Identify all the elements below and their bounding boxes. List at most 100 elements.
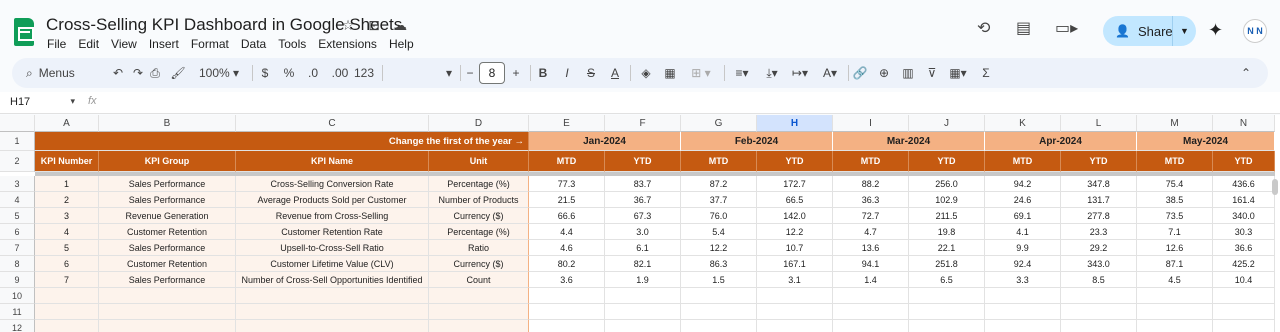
kpi-number-cell[interactable]: 4 xyxy=(35,224,99,240)
value-cell[interactable]: 436.6 xyxy=(1213,176,1275,192)
menu-tools[interactable]: Tools xyxy=(278,37,306,51)
month-header[interactable]: May-2024 xyxy=(1137,132,1275,151)
kpi-header-3[interactable]: Unit xyxy=(429,151,529,172)
value-cell[interactable]: 77.3 xyxy=(529,176,605,192)
row-header-10[interactable]: 10 xyxy=(0,288,35,304)
value-cell[interactable]: 38.5 xyxy=(1137,192,1213,208)
value-cell[interactable] xyxy=(833,320,909,332)
move-folder-icon[interactable]: ⊡ xyxy=(366,17,382,34)
kpi-group-cell[interactable]: Sales Performance xyxy=(99,176,236,192)
ytd-header[interactable]: YTD xyxy=(757,151,833,172)
value-cell[interactable]: 12.2 xyxy=(757,224,833,240)
kpi-number-cell[interactable]: 7 xyxy=(35,272,99,288)
kpi-name-cell[interactable] xyxy=(236,304,429,320)
ytd-header[interactable]: YTD xyxy=(1213,151,1275,172)
value-cell[interactable]: 347.8 xyxy=(1061,176,1137,192)
value-cell[interactable]: 82.1 xyxy=(605,256,681,272)
row-header-7[interactable]: 7 xyxy=(0,240,35,256)
kpi-number-cell[interactable]: 1 xyxy=(35,176,99,192)
column-header-l[interactable]: L xyxy=(1061,115,1137,132)
value-cell[interactable]: 211.5 xyxy=(909,208,985,224)
kpi-header-2[interactable]: KPI Name xyxy=(236,151,429,172)
value-cell[interactable] xyxy=(1213,304,1275,320)
italic-button[interactable]: I xyxy=(560,58,574,88)
value-cell[interactable]: 21.5 xyxy=(529,192,605,208)
value-cell[interactable]: 102.9 xyxy=(909,192,985,208)
value-cell[interactable] xyxy=(605,320,681,332)
value-cell[interactable]: 72.7 xyxy=(833,208,909,224)
value-cell[interactable]: 94.2 xyxy=(985,176,1061,192)
insert-chart-icon[interactable]: ▥ xyxy=(900,58,916,88)
value-cell[interactable]: 92.4 xyxy=(985,256,1061,272)
vertical-scrollbar[interactable] xyxy=(1272,179,1278,195)
ytd-header[interactable]: YTD xyxy=(909,151,985,172)
column-header-g[interactable]: G xyxy=(681,115,757,132)
percent-format-button[interactable]: % xyxy=(282,58,296,88)
value-cell[interactable]: 1.9 xyxy=(605,272,681,288)
menu-extensions[interactable]: Extensions xyxy=(318,37,377,51)
gemini-sparkle-icon[interactable]: ✦ xyxy=(1208,20,1223,41)
row-header-3[interactable]: 3 xyxy=(0,176,35,192)
value-cell[interactable] xyxy=(833,288,909,304)
value-cell[interactable]: 131.7 xyxy=(1061,192,1137,208)
kpi-number-cell[interactable]: 3 xyxy=(35,208,99,224)
functions-icon[interactable]: Σ xyxy=(978,58,994,88)
value-cell[interactable]: 19.8 xyxy=(909,224,985,240)
value-cell[interactable]: 5.4 xyxy=(681,224,757,240)
value-cell[interactable]: 172.7 xyxy=(757,176,833,192)
value-cell[interactable]: 4.1 xyxy=(985,224,1061,240)
horizontal-align-icon[interactable]: ≡▾ xyxy=(730,58,754,88)
value-cell[interactable]: 87.2 xyxy=(681,176,757,192)
menu-insert[interactable]: Insert xyxy=(149,37,179,51)
value-cell[interactable]: 66.5 xyxy=(757,192,833,208)
sheets-logo-icon[interactable] xyxy=(14,18,34,46)
kpi-header-0[interactable]: KPI Number xyxy=(35,151,99,172)
kpi-number-cell[interactable]: 5 xyxy=(35,240,99,256)
menu-help[interactable]: Help xyxy=(389,37,414,51)
value-cell[interactable] xyxy=(757,288,833,304)
kpi-name-cell[interactable] xyxy=(236,288,429,304)
kpi-unit-cell[interactable]: Currency ($) xyxy=(429,208,529,224)
kpi-unit-cell[interactable]: Ratio xyxy=(429,240,529,256)
value-cell[interactable] xyxy=(681,288,757,304)
column-header-a[interactable]: A xyxy=(35,115,99,132)
undo-icon[interactable]: ↶ xyxy=(110,58,126,88)
font-size-input[interactable]: 8 xyxy=(479,62,505,84)
filter-views-icon[interactable]: ▦▾ xyxy=(946,58,970,88)
meet-video-icon[interactable]: ▭▸ xyxy=(1055,18,1078,38)
value-cell[interactable]: 340.0 xyxy=(1213,208,1275,224)
kpi-unit-cell[interactable]: Percentage (%) xyxy=(429,224,529,240)
month-header[interactable]: Feb-2024 xyxy=(681,132,833,151)
column-header-i[interactable]: I xyxy=(833,115,909,132)
column-header-h[interactable]: H xyxy=(757,115,833,132)
ytd-header[interactable]: YTD xyxy=(1061,151,1137,172)
column-header-f[interactable]: F xyxy=(605,115,681,132)
vertical-align-icon[interactable]: ⤓▾ xyxy=(760,58,784,88)
filter-icon[interactable]: ⊽ xyxy=(924,58,940,88)
value-cell[interactable] xyxy=(1213,288,1275,304)
value-cell[interactable]: 88.2 xyxy=(833,176,909,192)
zoom-select[interactable]: 100% ▾ xyxy=(196,58,242,88)
kpi-group-cell[interactable] xyxy=(99,288,236,304)
month-header[interactable]: Jan-2024 xyxy=(529,132,681,151)
value-cell[interactable] xyxy=(757,320,833,332)
mtd-header[interactable]: MTD xyxy=(1137,151,1213,172)
value-cell[interactable] xyxy=(1061,288,1137,304)
column-header-b[interactable]: B xyxy=(99,115,236,132)
avatar[interactable]: N N xyxy=(1243,19,1267,43)
value-cell[interactable]: 256.0 xyxy=(909,176,985,192)
bold-button[interactable]: B xyxy=(536,58,550,88)
select-all-corner[interactable] xyxy=(0,115,35,132)
strikethrough-button[interactable]: S xyxy=(584,58,598,88)
value-cell[interactable] xyxy=(681,320,757,332)
value-cell[interactable]: 4.4 xyxy=(529,224,605,240)
row-header-5[interactable]: 5 xyxy=(0,208,35,224)
row-header-8[interactable]: 8 xyxy=(0,256,35,272)
value-cell[interactable]: 251.8 xyxy=(909,256,985,272)
value-cell[interactable] xyxy=(529,304,605,320)
value-cell[interactable]: 12.6 xyxy=(1137,240,1213,256)
value-cell[interactable]: 9.9 xyxy=(985,240,1061,256)
value-cell[interactable] xyxy=(605,304,681,320)
font-size-minus-icon[interactable]: − xyxy=(464,58,476,88)
kpi-number-cell[interactable] xyxy=(35,320,99,332)
